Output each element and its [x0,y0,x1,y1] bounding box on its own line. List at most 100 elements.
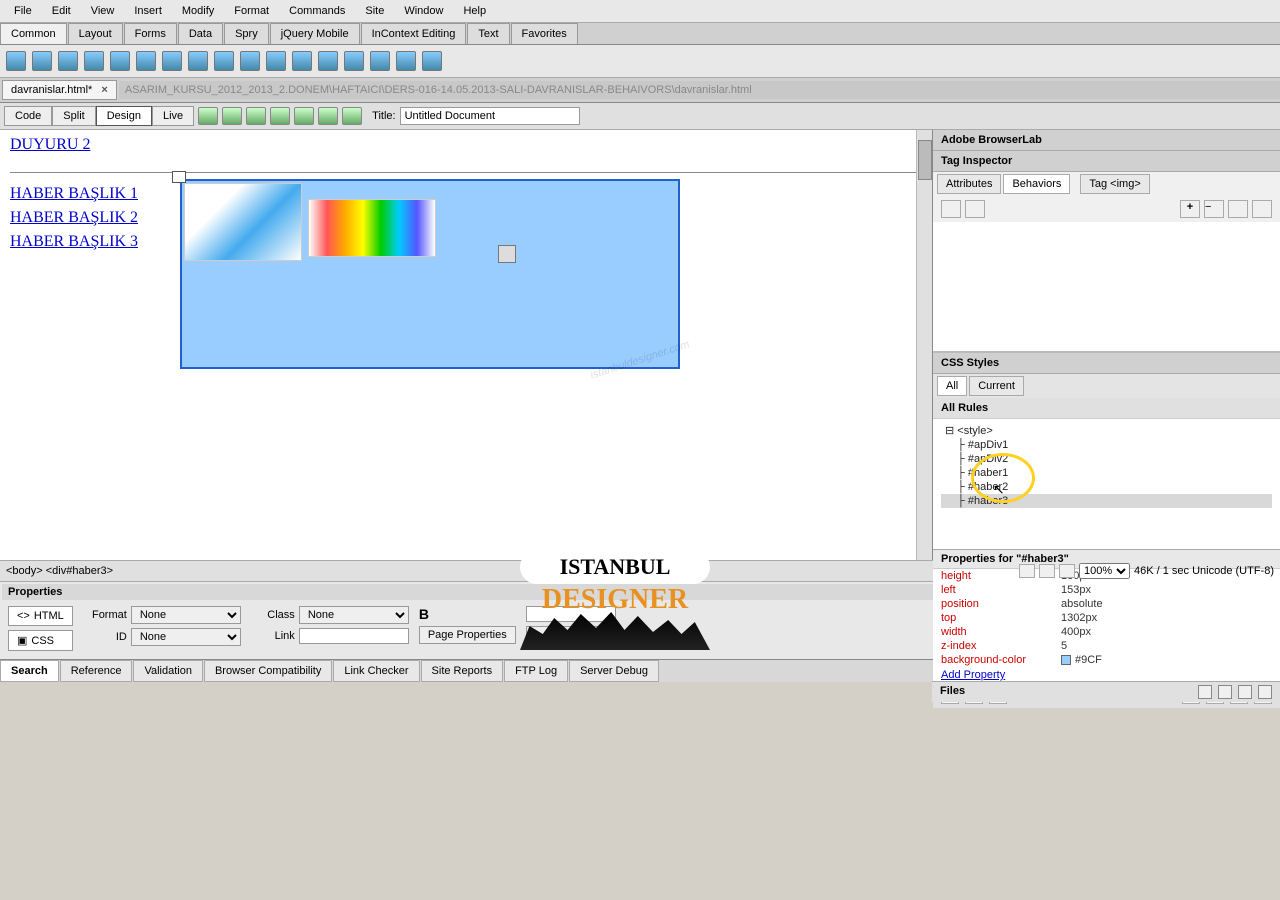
class-select[interactable]: None [299,606,409,624]
toolbar-icon[interactable] [246,107,266,125]
view-code-button[interactable]: Code [4,106,52,126]
image-rainbow[interactable] [308,199,436,257]
menu-help[interactable]: Help [453,2,496,20]
results-tab[interactable]: Site Reports [421,660,504,682]
list-view-icon[interactable] [965,200,985,218]
view-split-button[interactable]: Split [52,106,95,126]
content-link[interactable]: HABER BAŞLIK 2 [10,209,170,227]
insert-icon[interactable] [240,51,260,71]
files-icon[interactable] [1258,685,1272,699]
insert-icon[interactable] [318,51,338,71]
insert-icon[interactable] [188,51,208,71]
title-input[interactable] [400,107,580,125]
vertical-scrollbar[interactable] [916,130,932,560]
image-globe[interactable] [184,183,302,261]
toolbar-icon[interactable] [198,107,218,125]
css-property-row[interactable]: background-color#9CF [933,653,1280,667]
content-link[interactable]: HABER BAŞLIK 3 [10,233,170,251]
css-property-row[interactable]: top1302px [933,611,1280,625]
extra-input[interactable] [526,606,616,622]
toolbar-icon[interactable] [294,107,314,125]
toolbar-icon[interactable] [318,107,338,125]
css-rule[interactable]: ├ #apDiv1 [941,438,1272,452]
css-property-row[interactable]: positionabsolute [933,597,1280,611]
css-tab[interactable]: Current [969,376,1024,396]
files-icon[interactable] [1198,685,1212,699]
results-tab[interactable]: FTP Log [504,660,568,682]
insert-tab[interactable]: jQuery Mobile [270,23,360,44]
close-icon[interactable]: × [101,84,107,96]
design-canvas[interactable]: DUYURU 2 HABER BAŞLIK 1 HABER BAŞLIK 2 HAB… [0,130,932,560]
menu-format[interactable]: Format [224,2,279,20]
menu-insert[interactable]: Insert [124,2,172,20]
broken-image-icon[interactable] [498,245,516,263]
content-link-duyuru[interactable]: DUYURU 2 [10,136,922,154]
up-arrow-icon[interactable] [1228,200,1248,218]
insert-tab[interactable]: Text [467,23,509,44]
results-tab[interactable]: Browser Compatibility [204,660,332,682]
ti-tab[interactable]: Attributes [937,174,1001,194]
insert-tab[interactable]: InContext Editing [361,23,467,44]
zoom-tool-icon[interactable] [1059,564,1075,578]
results-tab[interactable]: Link Checker [333,660,419,682]
view-live-button[interactable]: Live [152,106,194,126]
apdiv-haber3[interactable] [180,179,680,369]
insert-icon[interactable] [266,51,286,71]
zoom-select[interactable]: 100% [1079,563,1130,579]
toolbar-icon[interactable] [270,107,290,125]
css-mode-tab[interactable]: ▣ CSS [8,630,73,651]
remove-behavior-icon[interactable]: − [1204,200,1224,218]
menu-site[interactable]: Site [355,2,394,20]
insert-tab[interactable]: Spry [224,23,269,44]
insert-icon[interactable] [370,51,390,71]
scrollbar-thumb[interactable] [918,140,932,180]
insert-icon[interactable] [110,51,130,71]
insert-tab[interactable]: Common [0,23,67,44]
insert-tab[interactable]: Favorites [511,23,578,44]
hand-tool-icon[interactable] [1039,564,1055,578]
insert-tab[interactable]: Data [178,23,223,44]
insert-icon[interactable] [32,51,52,71]
insert-icon[interactable] [6,51,26,71]
target-select[interactable] [526,626,616,644]
files-icon[interactable] [1218,685,1232,699]
html-mode-tab[interactable]: <> HTML [8,606,73,626]
css-rule[interactable]: ⊟ <style> [941,423,1272,438]
menu-view[interactable]: View [81,2,125,20]
css-rule[interactable]: ├ #haber1 [941,466,1272,480]
css-property-row[interactable]: width400px [933,625,1280,639]
css-rule[interactable]: ├ #apDiv2 [941,452,1272,466]
content-link[interactable]: HABER BAŞLIK 1 [10,185,170,203]
bold-button[interactable]: B [419,606,429,622]
css-rule[interactable]: ├ #haber2 [941,480,1272,494]
results-tab[interactable]: Search [0,660,59,682]
insert-icon[interactable] [292,51,312,71]
insert-icon[interactable] [136,51,156,71]
toolbar-icon[interactable] [222,107,242,125]
insert-tab[interactable]: Forms [124,23,177,44]
files-icon[interactable] [1238,685,1252,699]
insert-icon[interactable] [84,51,104,71]
css-property-row[interactable]: left153px [933,583,1280,597]
insert-icon[interactable] [422,51,442,71]
results-tab[interactable]: Reference [60,660,133,682]
ti-tab[interactable]: Behaviors [1003,174,1070,194]
css-rules-tree[interactable]: ⊟ <style>├ #apDiv1├ #apDiv2├ #haber1├ #h… [933,419,1280,549]
down-arrow-icon[interactable] [1252,200,1272,218]
insert-icon[interactable] [396,51,416,71]
insert-icon[interactable] [214,51,234,71]
css-tab[interactable]: All [937,376,967,396]
menu-modify[interactable]: Modify [172,2,224,20]
element-handle-icon[interactable] [172,171,186,183]
menu-commands[interactable]: Commands [279,2,355,20]
add-behavior-icon[interactable]: + [1180,200,1200,218]
insert-icon[interactable] [344,51,364,71]
menu-file[interactable]: File [4,2,42,20]
insert-icon[interactable] [58,51,78,71]
menu-edit[interactable]: Edit [42,2,81,20]
list-view-icon[interactable] [941,200,961,218]
browserlab-panel-title[interactable]: Adobe BrowserLab [933,130,1280,151]
select-tool-icon[interactable] [1019,564,1035,578]
format-select[interactable]: None [131,606,241,624]
insert-tab[interactable]: Layout [68,23,123,44]
